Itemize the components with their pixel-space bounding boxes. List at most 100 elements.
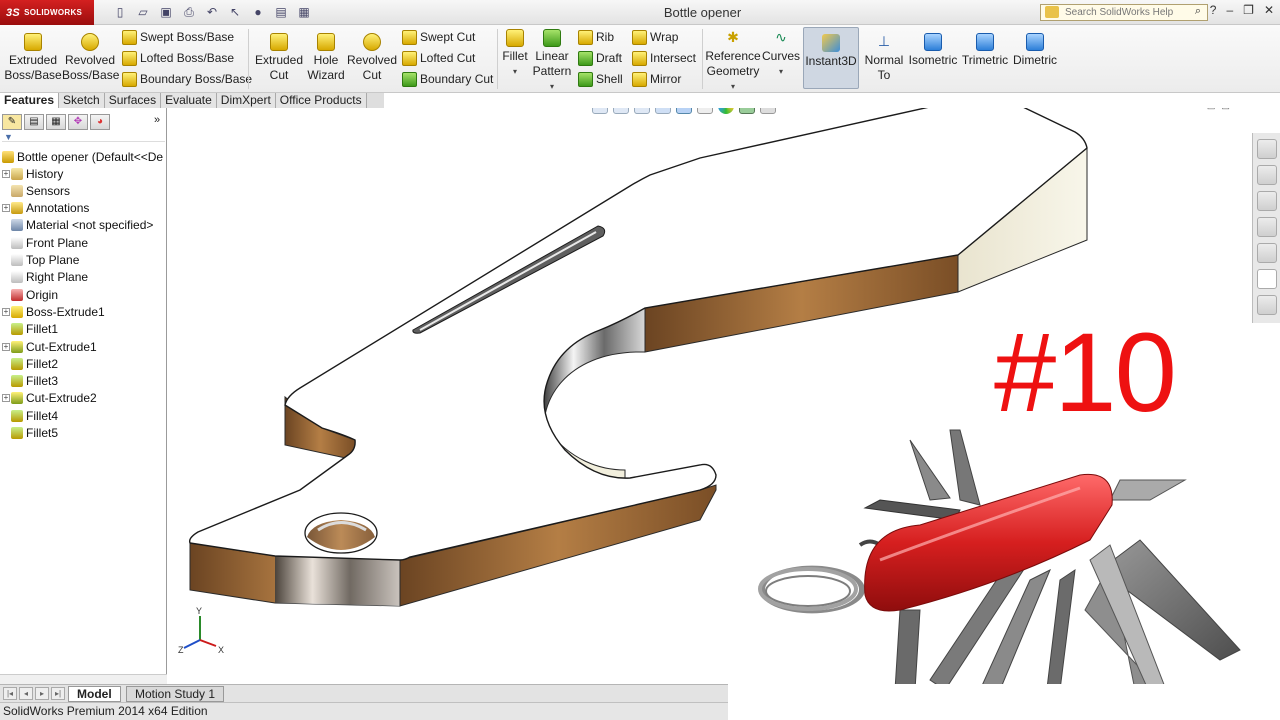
undo-icon[interactable]: ↶ [204,4,220,20]
previous-view-icon[interactable] [634,108,650,114]
tree-item-fillet1[interactable]: Fillet1 [2,321,58,338]
tab-features[interactable]: Features [0,93,60,108]
swept-cut-button[interactable]: Swept Cut [402,28,475,46]
edit-appearance-icon[interactable] [718,108,734,114]
dimetric-view-button[interactable]: Dimetric [1012,33,1058,68]
tree-item-material-not-specified[interactable]: Material <not specified> [2,217,153,234]
first-tab-icon[interactable]: |◂ [3,687,17,700]
tree-item-sensors[interactable]: Sensors [2,182,70,199]
zoom-to-area-icon[interactable] [613,108,629,114]
hole-wizard-button[interactable]: Hole Wizard [304,33,348,83]
tab-sketch[interactable]: Sketch [59,93,105,108]
featuremanager-tab-icon[interactable]: ✎ [2,114,22,130]
lofted-cut-button[interactable]: Lofted Cut [402,49,475,67]
tree-filter-icon[interactable]: ▼ [2,132,165,142]
revolved-boss-button[interactable]: Revolved Boss/Base [62,33,119,83]
open-folder-icon[interactable]: ▱ [135,4,151,20]
viewport-minimize-icon[interactable]: ▭ [1236,108,1245,111]
expand-toggle-icon[interactable]: + [2,307,10,316]
search-icon[interactable]: ⌕ [1195,5,1201,18]
tree-item-fillet5[interactable]: Fillet5 [2,425,58,442]
help-icon[interactable]: ? [1210,3,1217,17]
lofted-boss-button[interactable]: Lofted Boss/Base [122,49,234,67]
normal-to-button[interactable]: ⊥ Normal To [862,33,906,83]
next-tab-icon[interactable]: ▸ [35,687,49,700]
swept-boss-button[interactable]: Swept Boss/Base [122,28,234,46]
solidworks-logo[interactable]: 3S SOLIDWORKS [0,0,94,25]
trimetric-view-button[interactable]: Trimetric [960,33,1010,68]
instant3d-button[interactable]: Instant3D [803,27,859,89]
tab-dimxpert[interactable]: DimXpert [216,93,276,108]
isometric-view-button[interactable]: Isometric [906,33,960,68]
curves-dropdown-icon[interactable]: ▾ [762,64,800,79]
tree-item-annotations[interactable]: + Annotations [2,200,89,217]
rib-button[interactable]: Rib [578,28,614,46]
curves-button[interactable]: ∿ Curves ▾ [762,29,800,79]
design-library-icon[interactable] [1257,165,1277,185]
tree-root-part[interactable]: Bottle opener (Default<<De [2,148,163,165]
zoom-to-fit-icon[interactable] [592,108,608,114]
help-search-input[interactable]: Search SolidWorks Help ⌕ [1040,4,1208,21]
shell-button[interactable]: Shell [578,70,623,88]
extruded-cut-button[interactable]: Extruded Cut [252,33,306,83]
expand-toggle-icon[interactable]: + [2,204,10,213]
tree-item-fillet2[interactable]: Fillet2 [2,355,58,372]
tree-item-cut-extrude1[interactable]: + Cut-Extrude1 [2,338,97,355]
tab-surfaces[interactable]: Surfaces [104,93,162,108]
expand-panel-icon[interactable]: » [154,114,160,126]
minimize-button[interactable]: – [1226,3,1233,17]
rebuild-icon[interactable]: ● [250,4,266,20]
revolved-cut-button[interactable]: Revolved Cut [346,33,398,83]
graphics-area[interactable]: Y Z X #10 [167,108,1280,684]
tab-evaluate[interactable]: Evaluate [161,93,217,108]
tree-scrollbar[interactable] [0,674,167,684]
fillet-dropdown-icon[interactable]: ▾ [500,64,530,79]
select-arrow-icon[interactable]: ↖ [227,4,243,20]
new-document-icon[interactable]: ▯ [112,4,128,20]
boundary-cut-button[interactable]: Boundary Cut [402,70,493,88]
display-style-icon[interactable] [697,108,713,114]
tree-item-right-plane[interactable]: Right Plane [2,269,88,286]
view-settings-icon[interactable] [760,108,776,114]
prev-tab-icon[interactable]: ◂ [19,687,33,700]
display-manager-tab-icon[interactable]: ◕ [90,114,110,130]
tab-model[interactable]: Model [68,686,121,702]
restore-button[interactable]: ❐ [1243,3,1254,17]
tree-item-fillet4[interactable]: Fillet4 [2,407,58,424]
save-icon[interactable]: ▣ [158,4,174,20]
custom-properties-icon[interactable] [1257,295,1277,315]
propertymanager-tab-icon[interactable]: ▤ [24,114,44,130]
viewport-close-icon[interactable]: ✕ [1264,108,1272,111]
file-properties-icon[interactable]: ▤ [273,4,289,20]
tree-item-cut-extrude2[interactable]: + Cut-Extrude2 [2,390,97,407]
tree-item-fillet3[interactable]: Fillet3 [2,373,58,390]
pattern-dropdown-icon[interactable]: ▾ [530,79,574,94]
intersect-button[interactable]: Intersect [632,49,696,67]
expand-toggle-icon[interactable]: + [2,342,10,351]
section-view-icon[interactable] [655,108,671,114]
fillet-button[interactable]: Fillet ▾ [500,29,530,79]
expand-toggle-icon[interactable]: + [2,394,10,403]
draft-button[interactable]: Draft [578,49,622,67]
tree-item-boss-extrude1[interactable]: + Boss-Extrude1 [2,303,105,320]
close-button[interactable]: ✕ [1264,3,1274,17]
tree-item-history[interactable]: + History [2,165,63,182]
options-icon[interactable]: ▦ [296,4,312,20]
viewport-restore-icon[interactable]: ❐ [1250,108,1258,111]
boundary-boss-button[interactable]: Boundary Boss/Base [122,70,252,88]
expand-toggle-icon[interactable]: + [2,169,10,178]
ref-geometry-dropdown-icon[interactable]: ▾ [705,79,761,94]
tree-item-top-plane[interactable]: Top Plane [2,252,79,269]
solidworks-resources-icon[interactable] [1257,139,1277,159]
viewport-split-icon[interactable]: ▣ [1207,108,1216,111]
tab-office-products[interactable]: Office Products [275,93,367,108]
configurationmanager-tab-icon[interactable]: ▦ [46,114,66,130]
extruded-boss-button[interactable]: Extruded Boss/Base [4,33,62,83]
print-icon[interactable]: ⎙ [181,4,197,20]
mirror-button[interactable]: Mirror [632,70,681,88]
tree-item-origin[interactable]: Origin [2,286,58,303]
viewport-tile-icon[interactable]: ▣ [1221,108,1230,111]
linear-pattern-button[interactable]: Linear Pattern ▾ [530,29,574,94]
tab-motion-study-1[interactable]: Motion Study 1 [126,686,225,702]
search-scope-icon[interactable] [1045,6,1059,18]
